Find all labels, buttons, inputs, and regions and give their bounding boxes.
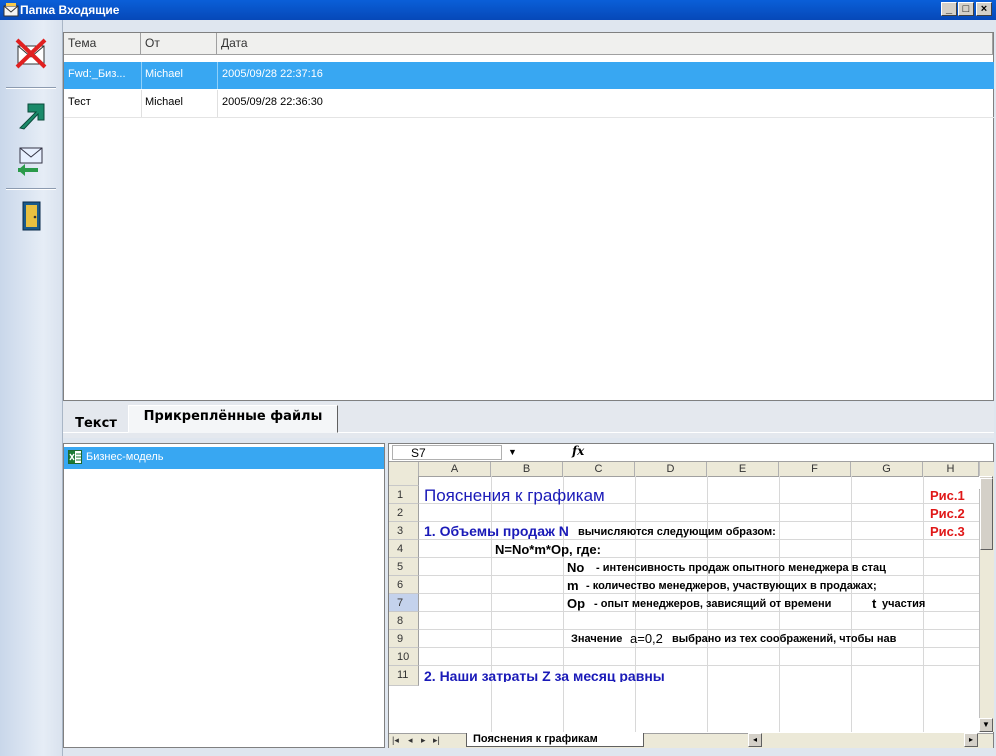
cell-fig3-link[interactable]: Рис.3 [930, 524, 965, 539]
cell-var-t: t [872, 596, 877, 611]
grid-line [491, 476, 492, 732]
message-row[interactable]: Тест Michael 2005/09/28 22:36:30 [64, 90, 994, 117]
tab-text[interactable]: Текст [66, 413, 126, 435]
sheet-row-header[interactable]: 10 [389, 648, 419, 666]
grid-line [419, 665, 979, 666]
grid-line [419, 647, 979, 648]
sheet-column-header[interactable]: B [491, 462, 563, 476]
cell-heading-2[interactable]: 2. Наши затраты Z за месяц равны [424, 668, 665, 682]
toolbar-separator [6, 188, 56, 190]
attachment-list [63, 443, 385, 748]
cell-desc-op-rest: участия [882, 598, 926, 610]
cell-value-prefix: Значение [571, 633, 623, 645]
sheet-column-header[interactable]: H [923, 462, 979, 476]
cell-var-no[interactable]: No [567, 560, 584, 575]
cell-formula[interactable]: N=No*m*Op, где: [495, 542, 601, 557]
grid-line [419, 593, 979, 594]
sheet-column-header[interactable]: C [563, 462, 635, 476]
sheet-row-header[interactable]: 9 [389, 630, 419, 648]
cell-desc-no: - интенсивность продаж опытного менеджер… [596, 562, 886, 574]
exit-door-icon[interactable] [14, 199, 48, 233]
message-subject: Тест [68, 96, 91, 108]
message-subject: Fwd:_Биз... [68, 68, 126, 80]
sheet-row-header[interactable]: 5 [389, 558, 419, 576]
sheet-row-header[interactable]: 8 [389, 612, 419, 630]
grid-line [419, 557, 979, 558]
close-button[interactable]: × [976, 2, 992, 16]
send-receive-mail-icon[interactable] [14, 144, 48, 178]
sheet-row-header[interactable]: 2 [389, 504, 419, 522]
last-sheet-icon[interactable]: ▸| [433, 735, 440, 746]
minimize-button[interactable]: _ [941, 2, 957, 16]
attachment-name: Бизнес-модель [86, 451, 164, 463]
message-from: Michael [145, 96, 183, 108]
cell-var-m[interactable]: m [567, 578, 579, 593]
cell-desc-m: - количество менеджеров, участвующих в п… [586, 580, 877, 592]
column-header-subject[interactable]: Тема [64, 33, 141, 55]
function-icon[interactable]: fx [572, 444, 584, 458]
grid-line [419, 611, 979, 612]
chevron-down-icon[interactable]: ▼ [508, 447, 517, 457]
horizontal-scrollbar[interactable] [748, 733, 978, 747]
cell-fig1-link[interactable]: Рис.1 [930, 488, 965, 503]
cell-title[interactable]: Пояснения к графикам [424, 486, 605, 506]
sheet-column-header[interactable]: A [419, 462, 491, 476]
message-from: Michael [145, 68, 183, 80]
title-bar: Папка Входящие _ □ × [0, 0, 996, 20]
scroll-right-button[interactable]: ▸ [964, 733, 978, 747]
grid-line [419, 629, 979, 630]
first-sheet-icon[interactable]: |◂ [392, 735, 399, 746]
sheet-column-header[interactable]: F [779, 462, 851, 476]
sheet-column-header[interactable]: E [707, 462, 779, 476]
message-date: 2005/09/28 22:36:30 [222, 96, 323, 108]
mail-folder-icon [3, 3, 19, 17]
row-divider [64, 117, 994, 118]
sheet-tab[interactable]: Пояснения к графикам [466, 733, 644, 747]
column-separator [141, 62, 142, 89]
column-separator [217, 62, 218, 89]
sheet-column-header[interactable]: D [635, 462, 707, 476]
cell-var-op[interactable]: Op [567, 596, 585, 611]
grid-line [419, 575, 979, 576]
message-date: 2005/09/28 22:37:16 [222, 68, 323, 80]
column-separator [141, 90, 142, 117]
grid-line [419, 521, 979, 522]
next-sheet-icon[interactable]: ▸ [421, 735, 426, 746]
grid-line [419, 539, 979, 540]
cell-desc-op: - опыт менеджеров, зависящий от времени [594, 598, 832, 610]
grid-line [851, 476, 852, 732]
cell-value-a[interactable]: a=0,2 [630, 631, 663, 646]
window-title: Папка Входящие [20, 3, 120, 17]
message-row[interactable]: Fwd:_Биз... Michael 2005/09/28 22:37:16 [64, 62, 994, 89]
sheet-column-header[interactable]: G [851, 462, 923, 476]
sheet-row-header[interactable]: 6 [389, 576, 419, 594]
column-separator [217, 90, 218, 117]
toolbar-separator [6, 87, 56, 89]
cell-fig2-link[interactable]: Рис.2 [930, 506, 965, 521]
attachment-item[interactable]: Бизнес-модель [64, 447, 384, 469]
maximize-button[interactable]: □ [958, 2, 974, 16]
scroll-down-button[interactable]: ▼ [979, 718, 993, 732]
tab-attachments[interactable]: Прикреплённые файлы [128, 405, 338, 433]
excel-file-icon [68, 450, 82, 464]
select-all-corner[interactable] [389, 462, 419, 476]
name-box[interactable]: S7 [392, 445, 502, 460]
cell-heading-1-rest: вычисляются следующим образом: [578, 526, 776, 538]
cell-value-rest: выбрано из тех соображений, чтобы нав [672, 633, 897, 645]
forward-arrow-icon[interactable] [14, 98, 48, 132]
column-header-from[interactable]: От [141, 33, 217, 55]
column-header-date[interactable]: Дата [217, 33, 993, 55]
sheet-row-header[interactable]: 11 [389, 666, 419, 686]
sheet-row-header-spacer [389, 476, 419, 486]
cell-heading-1[interactable]: 1. Объемы продаж N [424, 523, 569, 539]
scroll-thumb[interactable] [980, 478, 993, 550]
delete-mail-icon[interactable] [14, 36, 48, 70]
sheet-row-header[interactable]: 1 [389, 486, 419, 504]
sheet-row-header[interactable]: 4 [389, 540, 419, 558]
sheet-row-header[interactable]: 3 [389, 522, 419, 540]
prev-sheet-icon[interactable]: ◂ [408, 735, 413, 746]
grid-line [563, 476, 564, 732]
sheet-row-header[interactable]: 7 [389, 594, 419, 612]
scroll-left-button[interactable]: ◂ [748, 733, 762, 747]
